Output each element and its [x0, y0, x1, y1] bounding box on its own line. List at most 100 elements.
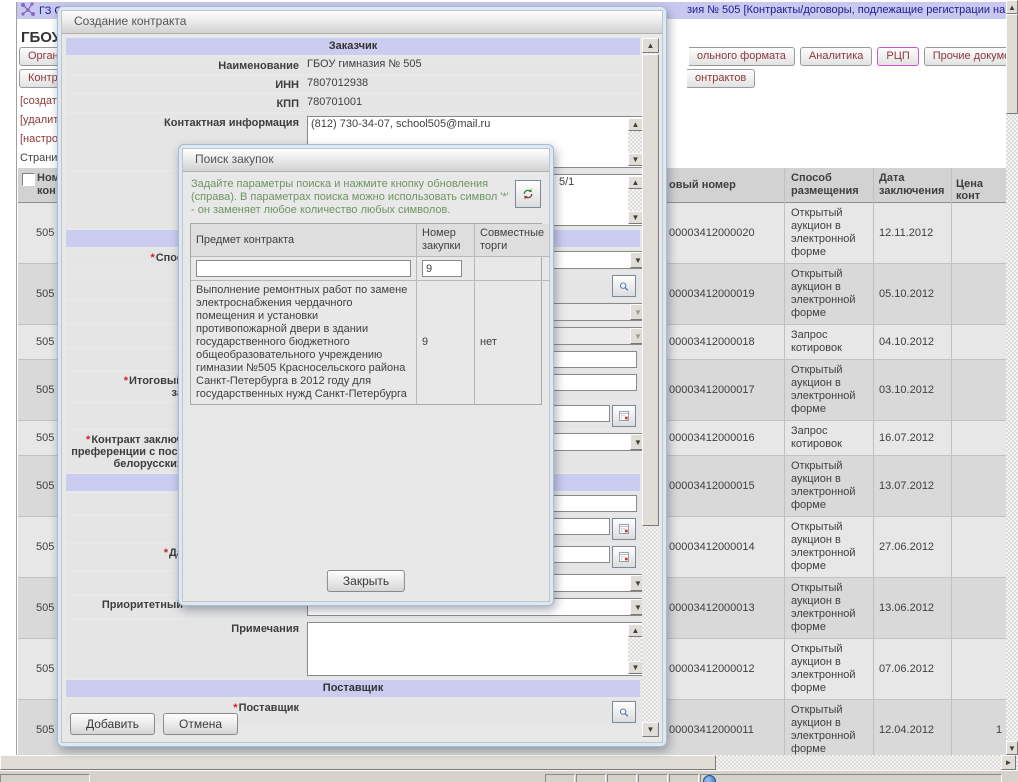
calendar-button[interactable]	[612, 518, 636, 540]
cell-registry-number: 00003412000011	[669, 724, 754, 736]
cell-registry-number: 00003412000015	[669, 480, 755, 492]
link-settings[interactable]: [настро	[20, 133, 58, 145]
section-band: Заказчик	[66, 38, 640, 55]
purchase-search-dialog: Поиск закупок Задайте параметры поиска и…	[178, 144, 554, 606]
required-mark: *	[86, 434, 90, 446]
filter-number-input[interactable]	[422, 260, 462, 277]
app-title-right: зия № 505 [Контракты/договоры, подлежащи…	[687, 4, 1005, 16]
cell-date: 04.10.2012	[879, 336, 934, 348]
cell-date: 07.06.2012	[879, 663, 934, 675]
col-date: Дата заключения	[879, 172, 949, 198]
result-number: 9	[417, 281, 475, 404]
cell-method: Открытый аукцион в электронной форме	[791, 360, 875, 420]
hscroll-right-arrow[interactable]: ►	[1001, 755, 1016, 770]
select-all-checkbox[interactable]	[22, 173, 35, 186]
required-mark: *	[164, 547, 168, 559]
cell-date: 16.07.2012	[879, 432, 934, 444]
search-instruction-text: Задайте параметры поиска и нажмите кнопк…	[191, 178, 509, 216]
tab-3[interactable]: Прочие документы	[924, 47, 1007, 66]
horizontal-scrollbar[interactable]: ►	[0, 755, 1018, 770]
textarea-scroll-up[interactable]: ▲	[628, 624, 643, 637]
tab-1[interactable]: Аналитика	[800, 47, 872, 66]
tab-strip: ольного формата Аналитика РЦП Прочие докуме…	[689, 47, 1007, 66]
cell-registry-number: 00003412000020	[669, 227, 755, 239]
cell-date: 13.06.2012	[879, 602, 934, 614]
textarea-scroll-down[interactable]: ▼	[628, 153, 643, 166]
cell-method: Открытый аукцион в электронной форме	[791, 264, 875, 324]
cell-contract-number: 505	[36, 288, 54, 300]
textarea-scroll-up[interactable]: ▲	[628, 118, 643, 131]
refresh-button[interactable]	[515, 180, 541, 208]
field-label: Наименование	[66, 57, 303, 74]
cell-method: Запрос котировок	[791, 325, 875, 359]
scroll-thumb[interactable]	[1006, 14, 1018, 114]
cell-contract-number: 505	[36, 663, 54, 675]
cell-method: Открытый аукцион в электронной форме	[791, 203, 875, 263]
close-button[interactable]: Закрыть	[327, 570, 405, 592]
cell-registry-number: 00003412000016	[669, 432, 755, 444]
modal-title: Создание контракта	[62, 11, 662, 34]
field-label: КПП	[66, 95, 303, 112]
cell-method: Открытый аукцион в электронной форме	[791, 456, 875, 516]
search-button[interactable]	[612, 275, 636, 297]
column-divider	[873, 168, 874, 770]
modal-scroll-down[interactable]: ▼	[642, 722, 659, 737]
field-value: ГБОУ гимназия № 505	[303, 57, 640, 74]
textarea-scroll-down[interactable]: ▼	[628, 661, 643, 674]
cell-contract-number: 505	[36, 432, 54, 444]
result-joint: нет	[475, 281, 549, 404]
field-value: 7807012938	[303, 76, 640, 93]
cell-date: 12.11.2012	[879, 227, 933, 239]
cell-date: 13.07.2012	[879, 480, 934, 492]
col-price: Цена конт	[956, 178, 1006, 202]
modal-scroll-up[interactable]: ▲	[642, 38, 659, 53]
search-col-subject: Предмет контракта	[191, 224, 417, 257]
cell-registry-number: 00003412000014	[669, 541, 755, 553]
form-row: ИНН7807012938	[66, 76, 640, 93]
result-subject[interactable]: Выполнение ремонтных работ по замене эле…	[191, 281, 417, 404]
cell-method: Открытый аукцион в электронной форме	[791, 578, 875, 638]
cancel-button[interactable]: Отмена	[163, 713, 238, 735]
vertical-scrollbar[interactable]: ▲ ▼	[1006, 0, 1018, 755]
calendar-button[interactable]	[612, 405, 636, 427]
cell-registry-number: 00003412000019	[669, 288, 755, 300]
cell-contract-number: 505	[36, 602, 54, 614]
scroll-down-arrow[interactable]: ▼	[1006, 741, 1018, 755]
add-button[interactable]: Добавить	[70, 713, 155, 735]
cell-contract-number: 505	[36, 480, 54, 492]
column-divider	[951, 168, 952, 770]
filter-subject-input[interactable]	[196, 260, 411, 277]
app-logo-icon	[20, 2, 35, 20]
cell-contract-number: 505	[36, 227, 54, 239]
textarea-field[interactable]: ▲▼	[307, 622, 645, 676]
field-area	[303, 699, 640, 725]
link-create[interactable]: [создат	[20, 95, 57, 107]
calendar-button[interactable]	[612, 546, 636, 568]
field-label: ИНН	[66, 76, 303, 93]
search-col-number: Номер закупки	[417, 224, 475, 257]
cell-date: 05.10.2012	[879, 288, 934, 300]
scroll-up-arrow[interactable]: ▲	[1006, 0, 1018, 14]
search-col-joint: Совместные торги	[475, 224, 549, 257]
textarea-scroll-up[interactable]: ▲	[628, 176, 643, 189]
cell-registry-number: 00003412000013	[669, 602, 755, 614]
hscroll-thumb[interactable]	[0, 755, 716, 770]
cell-contract-number: 505	[36, 384, 54, 396]
textarea-scroll-down[interactable]: ▼	[628, 211, 643, 224]
tab-2[interactable]: РЦП	[877, 47, 918, 66]
modal-scroll-thumb[interactable]	[642, 54, 659, 526]
form-row: КПП780701001	[66, 95, 640, 112]
cell-registry-number: 00003412000012	[669, 663, 755, 675]
cell-contract-number: 505	[36, 724, 54, 736]
tab-contracts-registry[interactable]: онтрактов	[687, 69, 755, 88]
status-bar	[0, 770, 1018, 782]
field-value: 780701001	[303, 95, 640, 112]
link-delete[interactable]: [удалит	[20, 114, 58, 126]
cell-registry-number: 00003412000018	[669, 336, 755, 348]
cell-method: Открытый аукцион в электронной форме	[791, 517, 875, 577]
search-button[interactable]	[612, 701, 636, 723]
modal-scrollbar[interactable]: ▲ ▼	[642, 38, 659, 737]
tab-0[interactable]: ольного формата	[689, 47, 795, 66]
cell-method: Запрос котировок	[791, 421, 875, 455]
field-area: ▲▼	[303, 620, 640, 678]
